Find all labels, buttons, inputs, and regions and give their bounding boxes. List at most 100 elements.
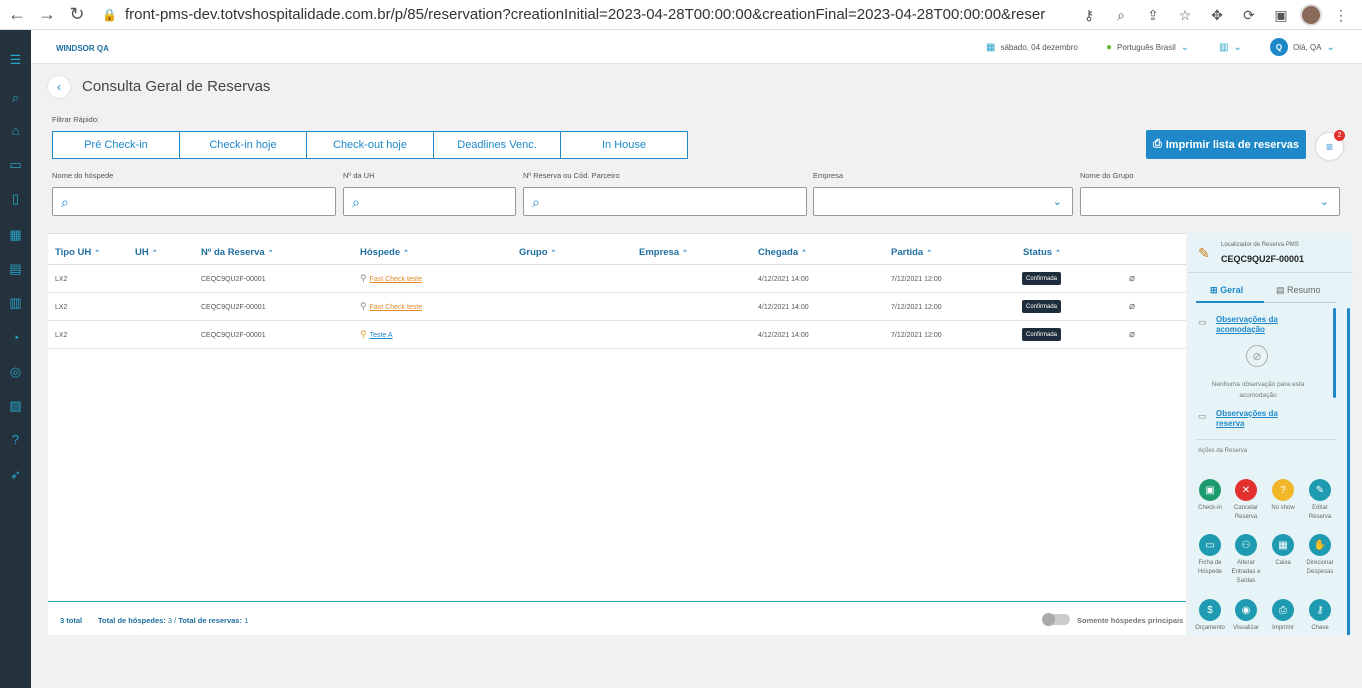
col-header-chegada[interactable]: Chegada ⌃ <box>758 247 807 258</box>
menu-icon[interactable]: ☰ <box>8 52 23 67</box>
guest-name-input[interactable]: ⌕ <box>52 187 336 216</box>
home-icon[interactable]: ⌂ <box>8 123 23 138</box>
main-content: ‹ Consulta Geral de Reservas Filtrar Ráp… <box>31 64 1362 688</box>
col-header-partida[interactable]: Partida ⌃ <box>891 247 932 258</box>
action-checkin[interactable]: ▣ Check-in <box>1192 479 1228 513</box>
col-header-status[interactable]: Status ⌃ <box>1023 247 1061 258</box>
action-cashier[interactable]: ▦ Caixa <box>1265 534 1301 568</box>
col-header-reserva[interactable]: Nº da Reserva ⌃ <box>201 247 274 258</box>
col-header-tipo-uh[interactable]: Tipo UH ⌃ <box>55 247 100 258</box>
guest-link[interactable]: Fast Check teste <box>370 304 423 311</box>
dollar-icon: $ <box>1199 599 1221 621</box>
sort-icon: ⌃ <box>94 250 101 257</box>
lock-icon[interactable]: 🔒 <box>102 8 117 22</box>
back-button[interactable]: ‹ <box>48 76 70 98</box>
print-list-button[interactable]: ⎙ Imprimir lista de reservas <box>1146 130 1306 159</box>
sort-icon: ⌃ <box>267 250 274 257</box>
sync-icon[interactable]: ⟳ <box>1236 3 1262 27</box>
action-key[interactable]: ⚷ Chave <box>1302 599 1338 633</box>
action-edit[interactable]: ✎ Editar Reserva <box>1302 479 1338 522</box>
browser-toolbar: ← → ↻ 🔒 front-pms-dev.totvshospitalidade… <box>0 0 1362 30</box>
table-row[interactable]: LX2 CEQC9QU2F-00001 ⚲ Fast Check teste 4/… <box>48 293 1186 321</box>
notes-scrollbar[interactable] <box>1333 308 1336 398</box>
dashboard-icon[interactable]: ◔ <box>8 330 23 345</box>
tab-resumo[interactable]: ▤ Resumo <box>1276 285 1321 296</box>
col-header-empresa[interactable]: Empresa ⌃ <box>639 247 688 258</box>
room-notes-link[interactable]: Observações da acomodação <box>1216 315 1296 335</box>
building-icon: ▥ <box>1219 42 1229 53</box>
quick-filter-checkout-today[interactable]: Check-out hoje <box>306 131 434 159</box>
search-icon[interactable]: ⌕ <box>8 90 23 105</box>
profile-avatar[interactable] <box>1300 4 1322 26</box>
chart-icon[interactable]: ▨ <box>8 398 23 413</box>
group-name-select[interactable]: ⌄ <box>1080 187 1340 216</box>
tab-geral[interactable]: ⊞ Geral <box>1210 285 1243 296</box>
reservation-notes-link[interactable]: Observações da reserva <box>1216 409 1296 429</box>
attachment-icon[interactable]: ⌀ <box>1129 273 1135 284</box>
action-view[interactable]: ◉ Visualizar <box>1228 599 1264 633</box>
quick-filter-deadlines[interactable]: Deadlines Venc. <box>433 131 561 159</box>
action-guest-card[interactable]: ▭ Ficha de Hóspede <box>1192 534 1228 577</box>
property-selector[interactable]: ▥ ⌄ <box>1219 42 1242 53</box>
user-menu[interactable]: Q Olá, QA ⌄ <box>1270 38 1335 56</box>
col-header-grupo[interactable]: Grupo ⌃ <box>519 247 556 258</box>
star-icon[interactable]: ☆ <box>1172 3 1198 27</box>
quick-filter-checkin-today[interactable]: Check-in hoje <box>179 131 307 159</box>
advanced-filter-button[interactable]: ≡ 2 <box>1316 130 1345 160</box>
col-header-uh[interactable]: UH ⌃ <box>135 247 158 258</box>
forward-arrow-icon[interactable]: → <box>34 2 60 28</box>
key-icon[interactable]: ⚷ <box>1076 3 1102 27</box>
action-change-dates[interactable]: ⚇ Alterar Entradas e Saídas <box>1228 534 1264 586</box>
action-route-expenses[interactable]: ✋ Direcionar Despesas <box>1302 534 1338 577</box>
guest-link[interactable]: Teste A <box>370 332 393 339</box>
help-icon[interactable]: ? <box>8 432 23 447</box>
action-cancel[interactable]: ✕ Cancelar Reserva <box>1228 479 1264 522</box>
document-icon[interactable]: ▥ <box>8 295 23 310</box>
table-row[interactable]: LX2 CEQC9QU2F-00001 ⚲ Fast Check teste 4/… <box>48 265 1186 293</box>
quick-filter-in-house[interactable]: In House <box>560 131 688 159</box>
cell-partida: 7/12/2021 12:00 <box>891 304 942 311</box>
target-icon[interactable]: ◎ <box>8 364 23 379</box>
company-select[interactable]: ⌄ <box>813 187 1073 216</box>
panel-scrollbar[interactable] <box>1347 308 1350 635</box>
attachment-icon[interactable]: ⌀ <box>1129 329 1135 340</box>
uh-number-input[interactable]: ⌕ <box>343 187 516 216</box>
action-print[interactable]: ⎙ Imprimir <box>1265 599 1301 633</box>
action-budget[interactable]: $ Orçamento <box>1192 599 1228 633</box>
calendar-icon[interactable]: ▦ <box>8 227 23 242</box>
main-guests-toggle[interactable] <box>1042 613 1070 626</box>
bed-icon[interactable]: ▭ <box>8 157 23 172</box>
col-header-hospede[interactable]: Hóspede ⌃ <box>360 247 409 258</box>
reservation-code-input[interactable]: ⌕ <box>523 187 807 216</box>
bus-icon[interactable]: ▤ <box>8 261 23 276</box>
printer-icon: ⎙ <box>1272 599 1294 621</box>
reservation-code-label: Nº Reserva ou Cód. Parceiro <box>523 171 620 180</box>
active-tab-indicator <box>1196 301 1264 303</box>
action-noshow[interactable]: ? No show <box>1265 479 1301 513</box>
cell-tipo-uh: LX2 <box>55 276 68 283</box>
cell-chegada: 4/12/2021 14:00 <box>758 304 809 311</box>
uh-number-label: Nº da UH <box>343 171 375 180</box>
ticket-icon: ✎ <box>1198 245 1210 261</box>
guest-link[interactable]: Fast Check teste <box>370 276 423 283</box>
back-arrow-icon[interactable]: ← <box>4 2 30 28</box>
attachment-icon[interactable]: ⌀ <box>1129 301 1135 312</box>
address-bar[interactable]: front-pms-dev.totvshospitalidade.com.br/… <box>125 6 1045 23</box>
table-row[interactable]: LX2 CEQC9QU2F-00001 ⚲ Teste A 4/12/2021 1… <box>48 321 1186 349</box>
sidepanel-icon[interactable]: ▣ <box>1268 3 1294 27</box>
empty-room-notes: Nenhuma observação para esta acomodação <box>1211 381 1305 399</box>
cell-hospede: ⚲ Fast Check teste <box>360 273 422 284</box>
menu-dots-icon[interactable]: ⋮ <box>1328 3 1354 27</box>
rocket-icon[interactable]: ➶ <box>8 467 23 482</box>
reload-icon[interactable]: ↻ <box>64 2 90 28</box>
language-selector[interactable]: ● Português Brasil ⌄ <box>1106 42 1189 53</box>
extensions-icon[interactable]: ✥ <box>1204 3 1230 27</box>
hotel-name[interactable]: WINDSOR QA <box>56 44 109 53</box>
company-label: Empresa <box>813 171 844 180</box>
luggage-icon[interactable]: ▯ <box>8 191 23 206</box>
quick-filter-pre-checkin[interactable]: Pré Check-in <box>52 131 180 159</box>
zoom-icon[interactable]: ⌕ <box>1108 3 1134 27</box>
share-icon[interactable]: ⇪ <box>1140 3 1166 27</box>
search-icon: ⌕ <box>532 194 540 210</box>
calendar-icon: ▦ <box>986 42 996 53</box>
